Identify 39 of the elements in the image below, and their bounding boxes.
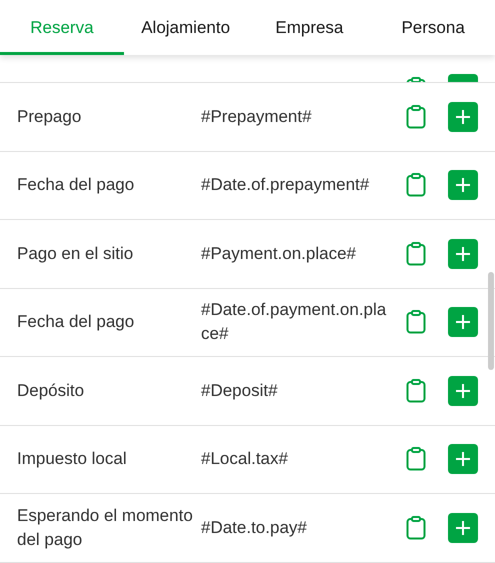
add-button[interactable] — [448, 444, 478, 474]
field-label: Prepago — [17, 106, 82, 128]
placeholder-code: #Prepayment# — [201, 106, 313, 128]
clipboard-icon[interactable] — [406, 104, 426, 129]
placeholder-code: #Date.to.pay# — [201, 516, 308, 539]
scrollbar[interactable] — [488, 272, 494, 370]
add-button[interactable] — [448, 307, 478, 338]
clipboard-icon[interactable] — [406, 447, 426, 472]
clipboard-icon[interactable] — [406, 516, 426, 540]
plus-icon — [455, 108, 471, 125]
tab[interactable]: Alojamiento — [124, 0, 248, 55]
field-label: Fecha del pago — [17, 311, 136, 334]
clipboard-icon[interactable] — [406, 242, 426, 266]
add-button[interactable] — [448, 238, 478, 269]
add-button[interactable] — [448, 170, 478, 200]
plus-icon — [455, 451, 471, 468]
add-button[interactable] — [448, 376, 478, 406]
placeholder-code: #Date.of.prepayment# — [201, 174, 370, 196]
add-button[interactable] — [448, 102, 478, 132]
plus-icon — [455, 177, 471, 194]
placeholder-code: #Local.tax# — [201, 448, 289, 470]
add-button[interactable] — [448, 512, 478, 543]
tab[interactable]: Empresa — [248, 0, 372, 55]
field-label: Impuesto local — [17, 448, 128, 470]
clipboard-icon[interactable] — [406, 310, 426, 334]
placeholder-code: #Date.of.payment.on.place# — [201, 299, 388, 346]
clipboard-icon[interactable] — [406, 173, 426, 198]
plus-icon — [455, 382, 471, 399]
field-label: Esperando el momento del pago — [17, 504, 194, 551]
field-label: Fecha del pago — [17, 174, 136, 196]
clipboard-icon[interactable] — [406, 378, 426, 403]
placeholder-code: #Deposit# — [201, 380, 279, 402]
field-label: Depósito — [17, 380, 86, 402]
plus-icon — [455, 246, 471, 262]
field-label: Pago en el sitio — [17, 242, 134, 265]
placeholder-code: #Payment.on.place# — [201, 242, 357, 265]
plus-icon — [455, 520, 471, 536]
plus-icon — [455, 314, 471, 330]
tab[interactable]: Persona — [371, 0, 495, 55]
